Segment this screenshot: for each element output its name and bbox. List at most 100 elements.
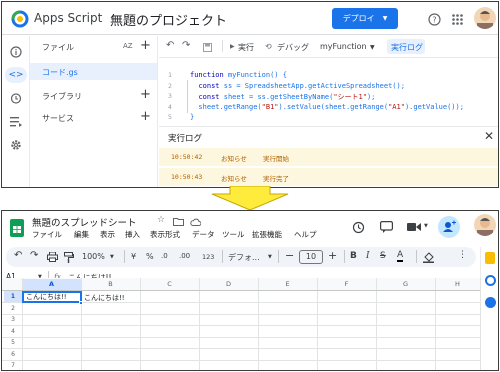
code-line-number: 2 <box>168 81 172 90</box>
deploy-button[interactable]: デプロイ ▼ <box>332 8 398 29</box>
run-button[interactable]: 実行 <box>238 42 254 53</box>
sort-az-icon[interactable]: AZ <box>123 42 133 50</box>
more-options-icon[interactable]: ⋮ <box>458 250 467 260</box>
menu-item[interactable]: ヘルプ <box>294 229 317 240</box>
log-time: 10:50:43 <box>171 173 203 181</box>
bold-icon[interactable]: B <box>350 251 357 261</box>
debug-button[interactable]: デバッグ <box>277 42 309 53</box>
column-header[interactable]: C <box>140 279 199 290</box>
editor-nav-item[interactable]: <> <box>5 67 27 83</box>
info-icon[interactable] <box>8 44 24 60</box>
zoom-select[interactable]: 100% <box>82 252 105 261</box>
file-name: コード.gs <box>42 68 78 77</box>
menu-item[interactable]: 拡張機能 <box>252 229 282 240</box>
save-icon[interactable] <box>201 41 213 53</box>
row-header[interactable]: 5 <box>4 337 22 348</box>
apps-script-logo-icon <box>10 9 30 29</box>
increase-font-size-icon[interactable]: + <box>328 249 337 262</box>
font-select[interactable]: デフォ... <box>228 252 260 263</box>
toolbar-divider <box>222 250 223 263</box>
code-line: sheet.getRange("B1").setValue(sheet.getR… <box>190 102 464 111</box>
paint-format-icon[interactable] <box>63 251 75 263</box>
column-header[interactable]: E <box>258 279 317 290</box>
cloud-status-icon[interactable] <box>189 216 201 227</box>
fill-handle[interactable] <box>79 301 83 305</box>
star-icon[interactable]: ☆ <box>157 215 165 225</box>
menu-item[interactable]: 表示形式 <box>150 229 180 240</box>
row-header[interactable]: 1 <box>4 291 22 302</box>
fill-color-icon[interactable] <box>422 251 434 263</box>
redo-icon[interactable]: ↷ <box>30 250 38 261</box>
history-icon[interactable] <box>350 219 366 235</box>
keep-icon[interactable] <box>485 252 495 264</box>
menu-item[interactable]: データ <box>192 229 215 240</box>
meet-video-icon[interactable] <box>406 219 422 235</box>
row-header[interactable]: 7 <box>4 360 22 370</box>
cell-a1[interactable]: こんにちは!! <box>22 291 82 303</box>
column-header[interactable]: D <box>199 279 258 290</box>
run-play-icon[interactable]: ▶ <box>230 43 235 50</box>
apps-grid-icon[interactable] <box>449 11 465 27</box>
sheets-avatar[interactable] <box>474 214 496 236</box>
help-icon[interactable]: ? <box>426 11 442 27</box>
comment-icon[interactable] <box>378 219 394 235</box>
meet-dropdown-icon[interactable]: ▼ <box>424 223 428 229</box>
files-heading: ファイル <box>42 43 74 52</box>
add-library-plus-icon[interactable]: + <box>140 87 151 102</box>
alarm-clock-icon[interactable] <box>8 90 24 106</box>
tasks-icon[interactable] <box>485 275 496 286</box>
menu-item[interactable]: 編集 <box>74 229 89 240</box>
menu-item[interactable]: 表示 <box>100 229 115 240</box>
number-format-button[interactable]: 123 <box>202 253 214 261</box>
decrease-decimal-button[interactable]: .0 <box>161 252 168 260</box>
contacts-icon[interactable] <box>485 297 496 308</box>
column-header[interactable]: B <box>81 279 140 290</box>
currency-button[interactable]: ¥ <box>131 252 136 261</box>
avatar[interactable] <box>474 7 496 29</box>
font-size-input[interactable]: 10 <box>299 250 323 264</box>
column-header[interactable]: G <box>376 279 435 290</box>
file-item-code-gs[interactable]: コード.gs <box>30 63 157 80</box>
redo-icon[interactable]: ↷ <box>182 40 190 51</box>
print-icon[interactable] <box>46 251 58 263</box>
add-service-plus-icon[interactable]: + <box>140 109 151 124</box>
row-header[interactable]: 4 <box>4 326 22 337</box>
strikethrough-icon[interactable]: S <box>380 251 386 261</box>
undo-icon[interactable]: ↶ <box>166 40 174 51</box>
column-header[interactable]: H <box>435 279 480 290</box>
app-name: Apps Script <box>34 11 103 25</box>
function-select[interactable]: myFunction <box>320 42 367 51</box>
close-log-icon[interactable]: ✕ <box>484 129 494 143</box>
menu-item[interactable]: ツール <box>222 229 245 240</box>
italic-icon[interactable]: I <box>366 251 370 261</box>
row-header[interactable]: 2 <box>4 303 22 314</box>
menu-item[interactable]: ファイル <box>32 229 62 240</box>
add-file-plus-icon[interactable]: + <box>140 38 151 53</box>
decrease-font-size-icon[interactable]: − <box>285 249 294 262</box>
project-title[interactable]: 無題のプロジェクト <box>110 10 227 29</box>
settings-gear-icon[interactable] <box>8 137 24 153</box>
undo-icon[interactable]: ↶ <box>14 250 22 261</box>
column-header[interactable]: A <box>22 279 81 290</box>
toolbar-divider <box>222 40 223 52</box>
share-button[interactable] <box>438 216 460 238</box>
doc-title[interactable]: 無題のスプレッドシート <box>32 215 137 229</box>
execution-log-toggle[interactable]: 実行ログ <box>387 39 425 54</box>
percent-button[interactable]: % <box>146 252 154 261</box>
zoom-dropdown-icon: ▼ <box>110 254 114 260</box>
executions-list-icon[interactable] <box>8 114 24 130</box>
cell-b1[interactable]: こんにちは!! <box>84 293 125 303</box>
increase-decimal-button[interactable]: .00 <box>179 252 190 260</box>
code-line: const sheet = ss.getSheetByName("シート1"); <box>198 93 376 102</box>
services-heading: サービス <box>42 114 74 123</box>
row-header[interactable]: 3 <box>4 314 22 325</box>
column-header[interactable]: F <box>317 279 376 290</box>
grid-line <box>480 278 481 370</box>
toolbar-divider <box>344 250 345 263</box>
row-header[interactable]: 6 <box>4 349 22 360</box>
text-color-icon[interactable]: A <box>397 250 404 262</box>
move-folder-icon[interactable] <box>172 216 184 227</box>
menu-item[interactable]: 挿入 <box>125 229 140 240</box>
files-pane: ファイル AZ + コード.gs ライブラリ + サービス + <box>30 36 158 187</box>
debug-bug-icon[interactable]: ⟲ <box>265 42 272 51</box>
